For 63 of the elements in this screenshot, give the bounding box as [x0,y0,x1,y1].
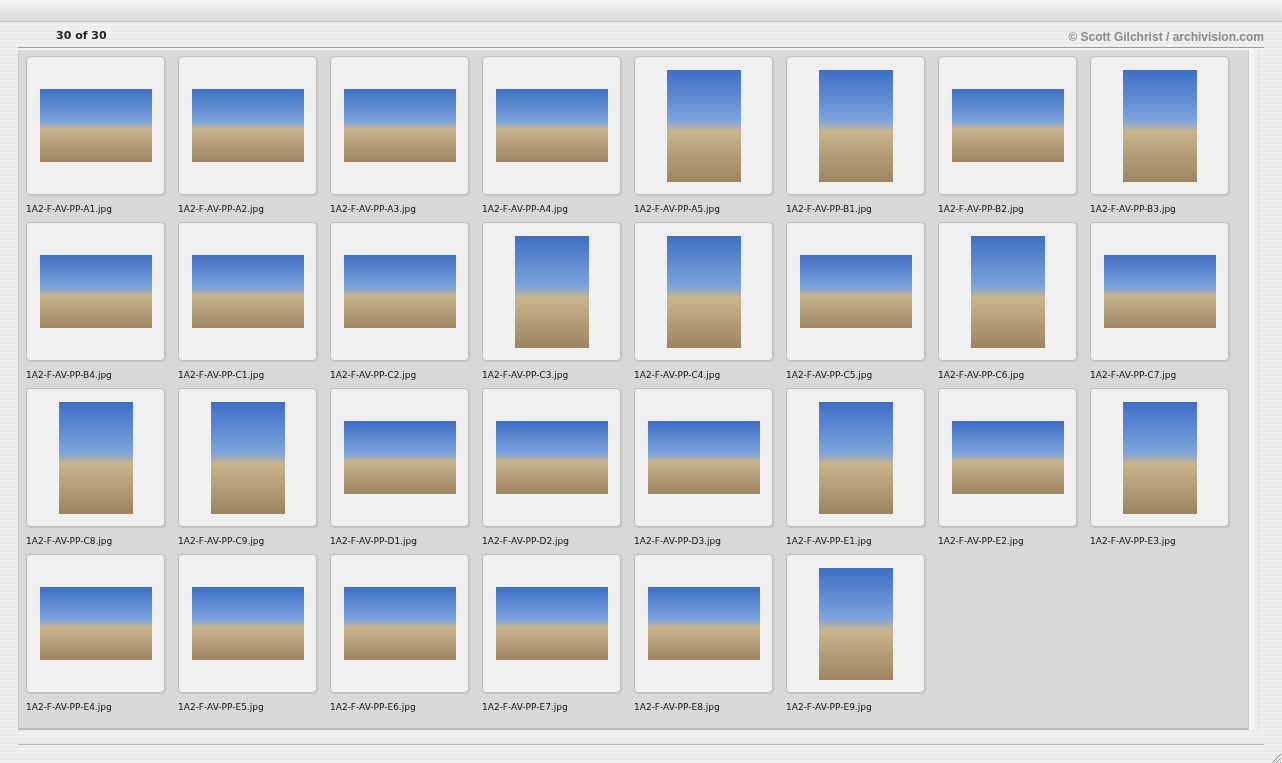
thumbnail-frame[interactable] [1090,222,1229,361]
file-name: 1A2-F-AV-PP-E6.jpg [330,701,416,714]
file-name: 1A2-F-AV-PP-D3.jpg [634,535,721,548]
file-name: 1A2-F-AV-PP-C7.jpg [1090,369,1177,382]
file-name: 1A2-F-AV-PP-A5.jpg [634,203,720,216]
thumbnail-frame[interactable] [482,222,621,361]
thumbnail-frame[interactable] [26,388,165,527]
file-name: 1A2-F-AV-PP-C5.jpg [786,369,873,382]
file-name: 1A2-F-AV-PP-B2.jpg [938,203,1024,216]
thumbnail-frame[interactable] [178,222,317,361]
thumbnail-frame[interactable] [482,388,621,527]
file-name: 1A2-F-AV-PP-E3.jpg [1090,535,1176,548]
thumbnail-frame[interactable] [634,56,773,195]
thumbnail-frame[interactable] [330,222,469,361]
scrollbar-track[interactable] [1248,50,1260,730]
thumbnail-frame[interactable] [1090,56,1229,195]
file-name: 1A2-F-AV-PP-E1.jpg [786,535,872,548]
image-count: 30 of 30 [56,28,107,45]
file-name: 1A2-F-AV-PP-E4.jpg [26,701,112,714]
file-name: 1A2-F-AV-PP-E8.jpg [634,701,720,714]
file-name: 1A2-F-AV-PP-C6.jpg [938,369,1025,382]
file-name: 1A2-F-AV-PP-A1.jpg [26,203,112,216]
thumbnail-frame[interactable] [786,388,925,527]
file-name: 1A2-F-AV-PP-C1.jpg [178,369,265,382]
file-name: 1A2-F-AV-PP-B3.jpg [1090,203,1176,216]
file-name: 1A2-F-AV-PP-D2.jpg [482,535,569,548]
file-name: 1A2-F-AV-PP-E7.jpg [482,701,568,714]
file-name: 1A2-F-AV-PP-D1.jpg [330,535,417,548]
thumbnail-frame[interactable] [634,388,773,527]
thumbnail-frame[interactable] [178,554,317,693]
file-name: 1A2-F-AV-PP-B1.jpg [786,203,872,216]
file-name: 1A2-F-AV-PP-B4.jpg [26,369,112,382]
thumbnail-frame[interactable] [330,56,469,195]
thumbnail-frame[interactable] [330,388,469,527]
thumbnail-frame[interactable] [178,56,317,195]
file-name: 1A2-F-AV-PP-E2.jpg [938,535,1024,548]
thumbnail-frame[interactable] [634,222,773,361]
thumbnail-frame[interactable] [786,222,925,361]
thumbnail-frame[interactable] [330,554,469,693]
thumbnail-frame[interactable] [938,222,1077,361]
thumbnail-frame[interactable] [634,554,773,693]
thumbnail-frame[interactable] [482,554,621,693]
thumbnail-frame[interactable] [26,222,165,361]
thumbnail-frame[interactable] [26,554,165,693]
thumbnail-frame[interactable] [178,388,317,527]
file-name: 1A2-F-AV-PP-E5.jpg [178,701,264,714]
file-name: 1A2-F-AV-PP-C8.jpg [26,535,113,548]
file-name: 1A2-F-AV-PP-C4.jpg [634,369,721,382]
file-name: 1A2-F-AV-PP-E9.jpg [786,701,872,714]
file-name: 1A2-F-AV-PP-C9.jpg [178,535,265,548]
thumbnail-frame[interactable] [938,56,1077,195]
file-name: 1A2-F-AV-PP-A4.jpg [482,203,568,216]
thumbnail-frame[interactable] [1090,388,1229,527]
thumbnail-frame[interactable] [786,56,925,195]
thumbnail-frame[interactable] [482,56,621,195]
file-name: 1A2-F-AV-PP-C3.jpg [482,369,569,382]
thumbnail-frame[interactable] [938,388,1077,527]
thumbnail-frame[interactable] [786,554,925,693]
file-name: 1A2-F-AV-PP-C2.jpg [330,369,417,382]
thumbnail-frame[interactable] [26,56,165,195]
file-name: 1A2-F-AV-PP-A2.jpg [178,203,264,216]
file-name: 1A2-F-AV-PP-A3.jpg [330,203,416,216]
copyright-credit: © Scott Gilchrist / archivision.com [1068,28,1264,46]
